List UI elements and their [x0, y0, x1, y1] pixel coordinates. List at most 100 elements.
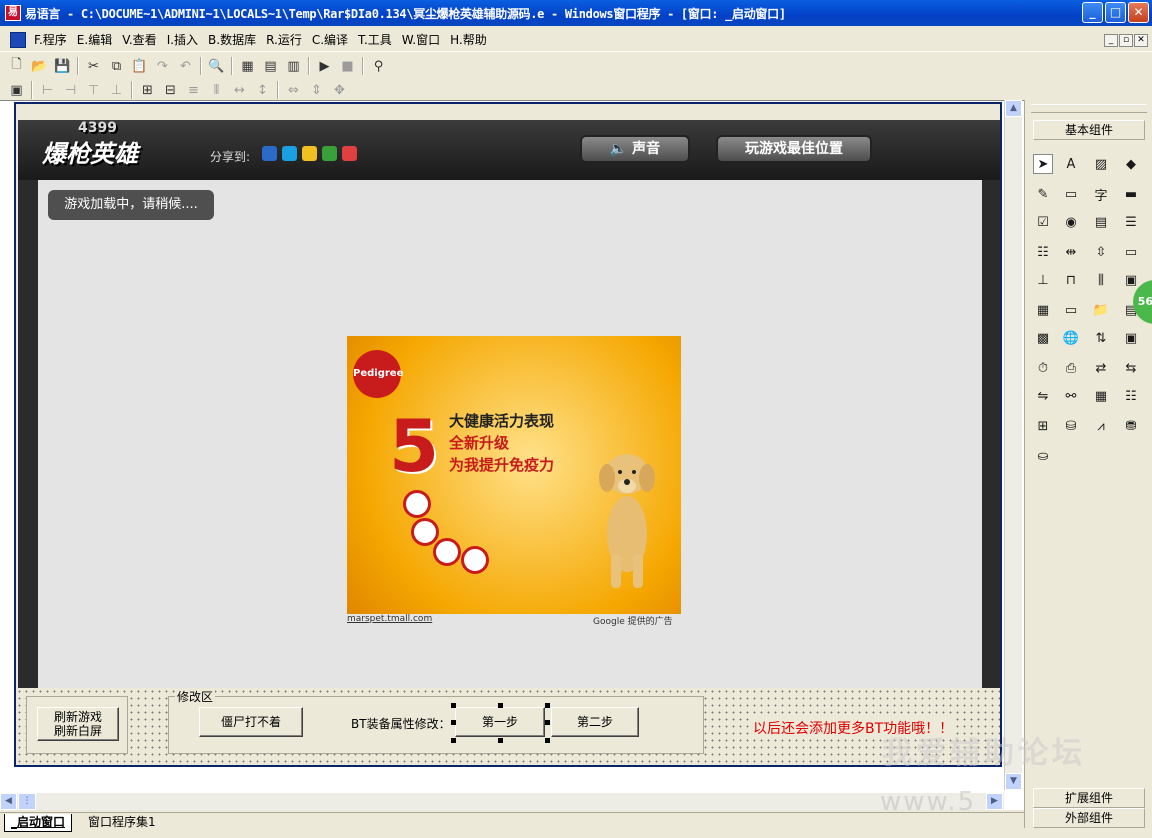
combo-box-icon[interactable]: ▤	[1091, 212, 1111, 232]
step-two-button[interactable]: 第二步	[551, 707, 639, 737]
list-box-icon[interactable]: ☰	[1121, 212, 1141, 232]
center-vertical-icon[interactable]: ⊟	[160, 80, 181, 101]
cut-icon[interactable]: ✂	[83, 56, 104, 77]
layout-rows-icon[interactable]: ▤	[260, 56, 281, 77]
menu-edit[interactable]: E.编辑	[73, 31, 118, 48]
selection-handle[interactable]	[545, 738, 550, 743]
menu-database[interactable]: B.数据库	[204, 31, 262, 48]
stop-icon[interactable]: ■	[337, 56, 358, 77]
printer-icon[interactable]: ⎙	[1061, 358, 1081, 378]
menu-insert[interactable]: I.插入	[163, 31, 204, 48]
copy-icon[interactable]: ⧉	[106, 56, 127, 77]
center-horizontal-icon[interactable]: ⊞	[137, 80, 158, 101]
redo-icon[interactable]: ↷	[152, 56, 173, 77]
qzone-share-icon[interactable]	[282, 146, 297, 161]
database-icon[interactable]: ⛁	[1061, 416, 1081, 436]
selection-handle[interactable]	[498, 703, 503, 708]
split-icon[interactable]: ⫼	[1091, 270, 1111, 290]
basic-components-button[interactable]: 基本组件	[1033, 120, 1145, 140]
maximize-button[interactable]: □	[1105, 2, 1126, 23]
close-button[interactable]: ✕	[1128, 2, 1149, 23]
distribute-v-icon[interactable]: ↕	[252, 80, 273, 101]
menu-help[interactable]: H.帮助	[446, 31, 493, 48]
progress-icon[interactable]: ▭	[1121, 242, 1141, 262]
scroll-down-button[interactable]: ▼	[1005, 773, 1022, 790]
vertical-scrollbar[interactable]: ▲ ▼	[1004, 100, 1022, 790]
ad-link[interactable]: marspet.tmall.com	[347, 614, 432, 624]
db-provider-icon[interactable]: ☷	[1121, 386, 1141, 406]
extended-components-button[interactable]: 扩展组件	[1033, 788, 1145, 808]
menu-compile[interactable]: C.编译	[308, 31, 354, 48]
data-source-icon[interactable]: ⇄	[1091, 358, 1111, 378]
weibo-share-icon[interactable]	[342, 146, 357, 161]
menu-program[interactable]: F.程序	[30, 31, 73, 48]
save-icon[interactable]: 💾	[52, 56, 73, 77]
odbc-provider-icon[interactable]: ⛀	[1033, 446, 1053, 466]
label-icon[interactable]: A	[1061, 154, 1081, 174]
selection-handle[interactable]	[451, 703, 456, 708]
layout-split-icon[interactable]: ▥	[283, 56, 304, 77]
qq-share-icon[interactable]	[262, 146, 277, 161]
form-icon[interactable]: ▣	[6, 80, 27, 101]
tab-start-window[interactable]: _启动窗口	[4, 814, 73, 832]
chart-icon[interactable]: ⩘	[1091, 416, 1111, 436]
table-icon[interactable]: ▦	[1091, 386, 1111, 406]
binoculars-icon[interactable]: ⚲	[368, 56, 389, 77]
same-height-icon[interactable]: ⇕	[306, 80, 327, 101]
advertisement[interactable]: Pedigree 5 大健康活力表现 全新升级 为我提升免疫力	[347, 336, 681, 614]
startup-form[interactable]: 4399 爆枪英雄 分享到: 🔈 声音 玩游戏最佳位置 游戏加载中，请稍候....…	[14, 102, 1002, 767]
edit-box-icon[interactable]: ✎	[1033, 184, 1053, 204]
text-icon[interactable]: 字	[1091, 184, 1111, 204]
align-right-icon[interactable]: ⊣	[60, 80, 81, 101]
selection-handle[interactable]	[451, 720, 456, 725]
star-share-icon[interactable]	[302, 146, 317, 161]
checked-list-icon[interactable]: ☷	[1033, 242, 1053, 262]
calendar-icon[interactable]: ▦	[1033, 300, 1053, 320]
open-folder-icon[interactable]: 📂	[29, 56, 50, 77]
align-left-icon[interactable]: ⊢	[37, 80, 58, 101]
document-icon[interactable]	[10, 31, 26, 48]
minimize-button[interactable]: _	[1082, 2, 1103, 23]
timer-icon[interactable]: ⏱	[1033, 358, 1053, 378]
odbc-database-icon[interactable]: ⛃	[1121, 416, 1141, 436]
distribute-h-icon[interactable]: ↔	[229, 80, 250, 101]
shape-icon[interactable]: ◆	[1121, 154, 1141, 174]
sound-button[interactable]: 🔈 声音	[580, 135, 690, 163]
scroll-up-button[interactable]: ▲	[1005, 100, 1022, 117]
zombie-invincible-button[interactable]: 僵尸打不着	[199, 707, 303, 737]
clover-share-icon[interactable]	[322, 146, 337, 161]
directory-icon[interactable]: 📁	[1091, 300, 1111, 320]
adjuster-icon[interactable]: ⇅	[1091, 328, 1111, 348]
refresh-button[interactable]: 刷新游戏 刷新白屏	[37, 707, 119, 741]
slider-icon[interactable]: ⊥	[1033, 270, 1053, 290]
menu-run[interactable]: R.运行	[262, 31, 308, 48]
game-browser-control[interactable]: 4399 爆枪英雄 分享到: 🔈 声音 玩游戏最佳位置 游戏加载中，请稍候....…	[18, 120, 1000, 688]
provider-icon[interactable]: ⇆	[1121, 358, 1141, 378]
paste-icon[interactable]: 📋	[129, 56, 150, 77]
menu-view[interactable]: V.查看	[118, 31, 162, 48]
vertical-scroll-icon[interactable]: ⇳	[1091, 242, 1111, 262]
tab-control-icon[interactable]: ⊓	[1061, 270, 1081, 290]
new-file-icon[interactable]: 🗋	[6, 56, 27, 77]
color-picker-icon[interactable]: ▩	[1033, 328, 1053, 348]
scroll-right-button[interactable]: ▶	[986, 793, 1003, 810]
mdi-restore-button[interactable]: ▫	[1119, 34, 1133, 47]
external-components-button[interactable]: 外部组件	[1033, 808, 1145, 828]
horizontal-scrollbar[interactable]: ◀ ⋮ ▶	[0, 793, 1004, 810]
button-icon[interactable]: ▬	[1121, 184, 1141, 204]
space-between-icon[interactable]: ⫴	[206, 80, 227, 101]
horizontal-scroll-icon[interactable]: ⇹	[1061, 242, 1081, 262]
space-even-icon[interactable]: ≡	[183, 80, 204, 101]
treeview-icon[interactable]: ⊞	[1033, 416, 1053, 436]
step-one-button[interactable]: 第一步	[455, 707, 545, 737]
align-top-icon[interactable]: ⊤	[83, 80, 104, 101]
selection-handle[interactable]	[545, 720, 550, 725]
hyperlink-icon[interactable]: 🌐	[1061, 328, 1081, 348]
selection-handle[interactable]	[498, 738, 503, 743]
client-icon[interactable]: ⇋	[1033, 386, 1053, 406]
scroll-left-button[interactable]: ◀	[0, 793, 17, 810]
menu-window[interactable]: W.窗口	[398, 31, 446, 48]
menu-tools[interactable]: T.工具	[354, 31, 398, 48]
same-width-icon[interactable]: ⇔	[283, 80, 304, 101]
drive-icon[interactable]: ▭	[1061, 300, 1081, 320]
